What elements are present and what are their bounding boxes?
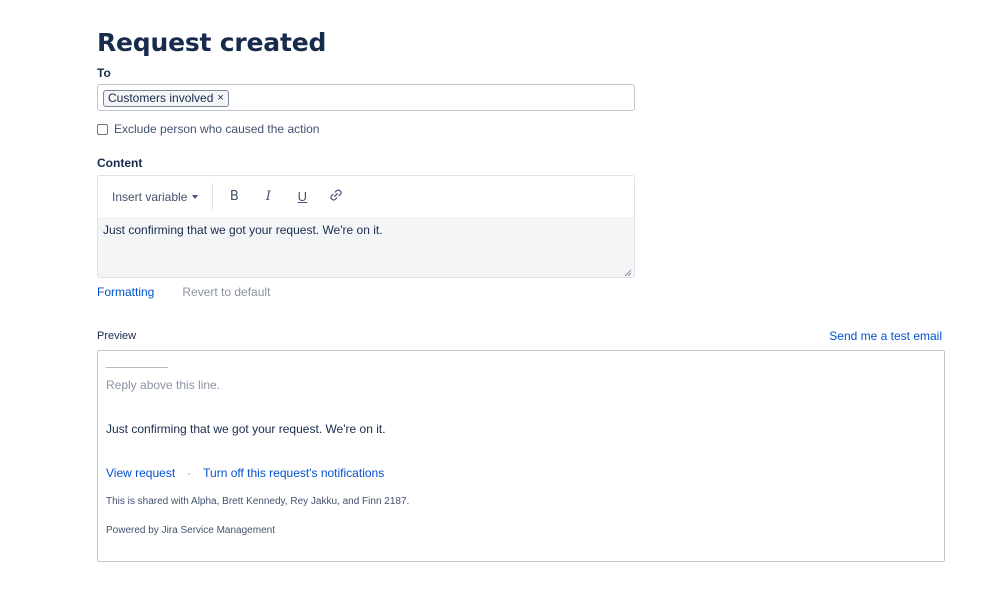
preview-links: View request · Turn off this request's n… <box>106 466 384 480</box>
link-button[interactable] <box>319 188 353 205</box>
link-icon <box>330 189 343 201</box>
italic-button[interactable]: I <box>251 189 285 204</box>
link-separator: · <box>187 466 192 480</box>
powered-by-text: Powered by Jira Service Management <box>106 525 275 536</box>
recipient-chip-label: Customers involved <box>108 91 214 105</box>
editor-toolbar: Insert variable B I U <box>98 176 634 217</box>
preview-label: Preview <box>97 330 137 342</box>
content-actions: Formatting Revert to default <box>97 285 270 299</box>
email-preview: Reply above this line. Just confirming t… <box>97 350 945 562</box>
recipient-chip: Customers involved × <box>103 89 229 107</box>
view-request-link[interactable]: View request <box>106 466 175 480</box>
revert-default-link[interactable]: Revert to default <box>182 285 270 299</box>
remove-chip-icon[interactable]: × <box>217 92 223 104</box>
to-label: To <box>97 66 111 80</box>
page-title: Request created <box>97 28 327 57</box>
shared-with-text: This is shared with Alpha, Brett Kennedy… <box>106 496 410 507</box>
reply-divider <box>106 367 168 368</box>
insert-variable-dropdown[interactable]: Insert variable <box>98 182 214 211</box>
content-text: Just confirming that we got your request… <box>103 223 383 237</box>
preview-message: Just confirming that we got your request… <box>106 422 386 436</box>
reply-above-line: Reply above this line. <box>106 378 221 392</box>
to-field[interactable]: Customers involved × <box>97 84 635 111</box>
exclude-checkbox[interactable] <box>97 123 108 135</box>
resize-handle-icon[interactable] <box>624 269 632 277</box>
content-label: Content <box>97 156 143 170</box>
send-test-email-link[interactable]: Send me a test email <box>829 329 942 343</box>
bold-button[interactable]: B <box>217 189 251 204</box>
turn-off-notifications-link[interactable]: Turn off this request's notifications <box>203 466 384 480</box>
underline-button[interactable]: U <box>285 189 319 204</box>
content-editor: Insert variable B I U Just confirming th… <box>97 175 635 278</box>
content-textarea[interactable]: Just confirming that we got your request… <box>98 217 634 277</box>
exclude-label[interactable]: Exclude person who caused the action <box>114 122 319 136</box>
formatting-link[interactable]: Formatting <box>97 285 154 299</box>
insert-variable-label: Insert variable <box>112 189 188 204</box>
exclude-option: Exclude person who caused the action <box>97 122 319 136</box>
chevron-down-icon <box>192 194 199 199</box>
